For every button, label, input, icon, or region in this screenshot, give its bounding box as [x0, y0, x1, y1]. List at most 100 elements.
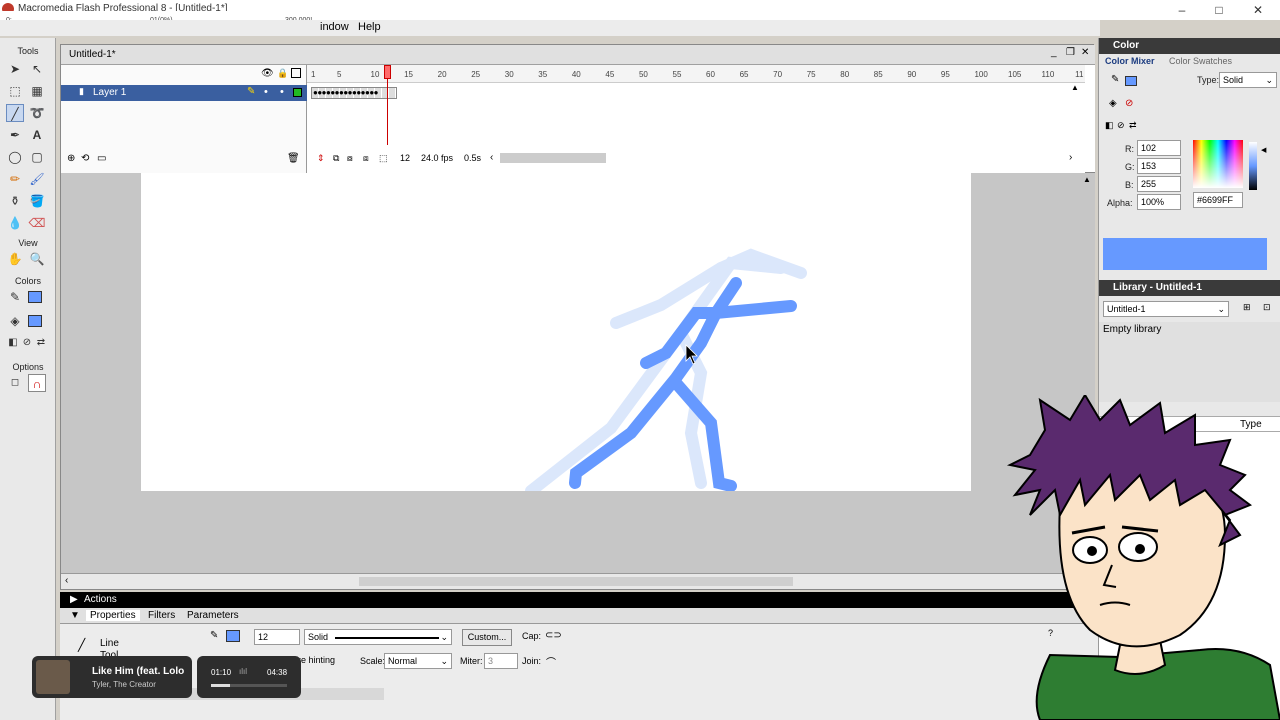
lasso-tool-icon[interactable]: ➰: [28, 104, 46, 122]
minimize-button[interactable]: –: [1170, 2, 1194, 18]
free-transform-icon[interactable]: ⬚: [6, 82, 24, 100]
ink-bottle-icon[interactable]: ⚱: [6, 192, 24, 210]
edit-multiple-icon[interactable]: ⧈: [363, 153, 369, 164]
document-tab[interactable]: Untitled-1*: [69, 49, 116, 60]
paint-bucket-icon[interactable]: 🪣: [28, 192, 46, 210]
stage-vscroll-up-icon[interactable]: ▲: [1083, 175, 1091, 184]
props-collapse-icon[interactable]: ▼: [70, 610, 80, 621]
stroke-color-swatch[interactable]: [28, 291, 42, 303]
library-select[interactable]: Untitled-1 ⌄: [1103, 301, 1229, 317]
hand-tool-icon[interactable]: ✋: [6, 250, 24, 268]
timeline-scroll-left-icon[interactable]: ‹: [490, 152, 493, 163]
tab-color-swatches[interactable]: Color Swatches: [1169, 56, 1232, 66]
oval-tool-icon[interactable]: ◯: [6, 148, 24, 166]
maximize-button[interactable]: □: [1207, 2, 1231, 18]
miter-input[interactable]: 3: [484, 653, 518, 669]
default-mixer-icon[interactable]: ◧: [1105, 120, 1114, 131]
brush-tool-icon[interactable]: 🖌: [28, 170, 46, 188]
r-input[interactable]: 102: [1137, 140, 1181, 156]
doc-restore-button[interactable]: ❐: [1066, 47, 1075, 58]
timeline-scroll-right-icon[interactable]: ›: [1069, 152, 1072, 163]
line-tool-icon[interactable]: ╱: [6, 104, 24, 122]
fill-color-swatch[interactable]: [28, 315, 42, 327]
g-input[interactable]: 153: [1137, 158, 1181, 174]
onion-skin-icon[interactable]: ⧉: [333, 153, 339, 164]
swap-colors-icon[interactable]: ⇄: [32, 334, 50, 352]
text-tool-icon[interactable]: A: [28, 126, 46, 144]
stroke-style-select[interactable]: Solid ⌄: [304, 629, 452, 645]
tab-properties[interactable]: Properties: [86, 610, 140, 621]
actions-panel-header[interactable]: ▶ Actions: [60, 592, 1098, 608]
rectangle-tool-icon[interactable]: ▢: [28, 148, 46, 166]
props-stroke-swatch[interactable]: [226, 630, 240, 642]
library-panel-header[interactable]: Library - Untitled-1: [1099, 280, 1280, 296]
snap-magnet-icon[interactable]: ∩: [28, 374, 46, 392]
zoom-tool-icon[interactable]: 🔍: [28, 250, 46, 268]
media-player[interactable]: Like Him (feat. Lolo Tyler, The Creator: [32, 656, 192, 698]
layer-lock-dot[interactable]: •: [280, 86, 284, 98]
insert-layer-icon[interactable]: ⊕: [67, 153, 75, 164]
close-button[interactable]: ✕: [1246, 2, 1270, 18]
keyframes[interactable]: ●●●●●●●●●●●●●●●: [313, 89, 397, 97]
subselect-tool-icon[interactable]: ↖: [28, 60, 46, 78]
no-color-mixer-icon[interactable]: ⊘: [1125, 98, 1133, 109]
alpha-input[interactable]: 100%: [1137, 194, 1181, 210]
media-progress[interactable]: 01:10 ılıl 04:38: [197, 656, 301, 698]
timeline-hscroll-thumb[interactable]: [500, 153, 606, 163]
fill-transform-icon[interactable]: ▦: [28, 82, 46, 100]
modify-markers-icon[interactable]: ⬚: [379, 153, 388, 164]
stick-figure-drawing[interactable]: [141, 173, 971, 491]
custom-button[interactable]: Custom...: [462, 629, 512, 646]
pin-library-icon[interactable]: ⊞: [1243, 302, 1251, 313]
delete-layer-icon[interactable]: 🗑: [287, 153, 300, 164]
object-drawing-icon[interactable]: ◻: [6, 374, 24, 392]
eyedropper-icon[interactable]: 💧: [6, 214, 24, 232]
cap-select-icon[interactable]: ⊂⊃: [545, 630, 562, 641]
eraser-tool-icon[interactable]: ⌫: [28, 214, 46, 232]
eye-icon[interactable]: 👁: [261, 68, 274, 79]
mixer-stroke-swatch[interactable]: [1125, 76, 1137, 86]
stage-hscroll-thumb[interactable]: [359, 577, 793, 586]
center-frame-icon[interactable]: ⇕: [317, 153, 325, 164]
onion-outline-icon[interactable]: ⧇: [347, 153, 353, 164]
swap-mixer-icon[interactable]: ⇄: [1129, 120, 1137, 131]
color-panel-header[interactable]: Color: [1099, 38, 1280, 54]
new-library-icon[interactable]: ⊡: [1263, 302, 1271, 313]
scale-select[interactable]: Normal ⌄: [384, 653, 452, 669]
tab-color-mixer[interactable]: Color Mixer: [1105, 56, 1155, 66]
tab-parameters[interactable]: Parameters: [187, 610, 239, 621]
fill-color-icon[interactable]: ◈: [6, 312, 24, 330]
insert-folder-icon[interactable]: ▭: [97, 153, 106, 164]
stroke-size-input[interactable]: 12: [254, 629, 300, 645]
arrow-tool-icon[interactable]: ➤: [6, 60, 24, 78]
hex-input[interactable]: #6699FF: [1193, 192, 1243, 208]
b-input[interactable]: 255: [1137, 176, 1181, 192]
menu-help[interactable]: Help: [358, 21, 381, 33]
menu-window[interactable]: indow: [320, 21, 349, 33]
pen-tool-icon[interactable]: ✒: [6, 126, 24, 144]
pencil-tool-icon[interactable]: ✏: [6, 170, 24, 188]
join-select-icon[interactable]: ⌒: [546, 654, 556, 669]
brightness-arrow-icon[interactable]: ◀: [1261, 146, 1266, 154]
stage[interactable]: [141, 173, 971, 491]
motion-guide-icon[interactable]: ⟲: [81, 153, 89, 164]
doc-minimize-button[interactable]: _: [1051, 47, 1057, 58]
stage-scroll-left-icon[interactable]: ‹: [65, 575, 68, 586]
playhead[interactable]: [384, 65, 391, 79]
layer-row[interactable]: ▮ Layer 1 ✎ • •: [61, 85, 307, 101]
layer-name[interactable]: Layer 1: [93, 87, 126, 98]
stage-hscroll[interactable]: ‹: [61, 573, 1095, 589]
stroke-color-icon[interactable]: ✎: [6, 288, 24, 306]
stroke-color-mixer-icon[interactable]: ✎: [1111, 74, 1119, 85]
progress-track[interactable]: [211, 684, 287, 687]
layer-visible-dot[interactable]: •: [264, 86, 268, 98]
doc-close-button[interactable]: ✕: [1081, 47, 1089, 58]
fill-mixer-icon[interactable]: ◈: [1109, 98, 1117, 109]
color-spectrum[interactable]: [1193, 140, 1243, 188]
timeline-vscroll-up-icon[interactable]: ▲: [1071, 83, 1079, 92]
layer-outline-color[interactable]: [293, 88, 302, 97]
nocolor-small-icon[interactable]: ⊘: [1117, 120, 1125, 131]
frame-rate[interactable]: 24.0 fps: [421, 153, 453, 163]
tab-filters[interactable]: Filters: [148, 610, 175, 621]
type-select[interactable]: Solid ⌄: [1219, 72, 1277, 88]
